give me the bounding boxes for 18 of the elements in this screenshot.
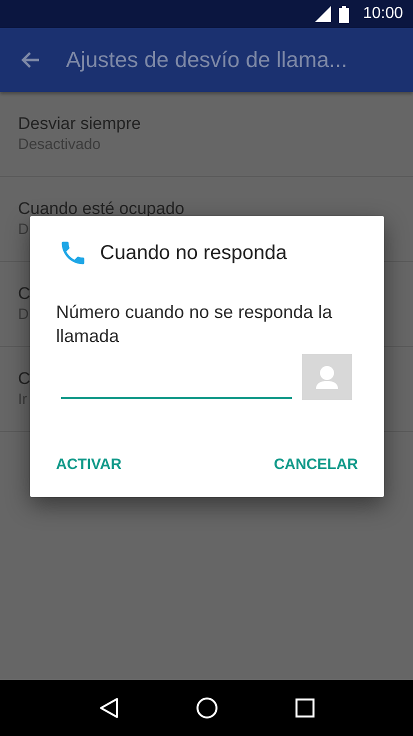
setting-title: Cuando esté ocupado xyxy=(18,198,184,220)
setting-title: C xyxy=(18,283,30,305)
setting-title: C xyxy=(18,368,30,390)
screen-title: Ajustes de desvío de llama... xyxy=(66,47,348,73)
signal-icon xyxy=(314,6,331,22)
setting-title: Desviar siempre xyxy=(18,113,141,135)
status-time: 10:00 xyxy=(362,5,403,23)
back-nav-button[interactable] xyxy=(98,697,118,719)
dialog-message: Número cuando no se responda la llamada xyxy=(56,301,334,348)
dialog-title: Cuando no responda xyxy=(100,242,287,264)
back-button[interactable] xyxy=(20,51,40,69)
dialog-action-button[interactable]: ACTIVAR xyxy=(46,446,132,483)
recents-nav-button[interactable] xyxy=(294,698,314,718)
person-icon xyxy=(314,365,340,389)
back-arrow-icon xyxy=(20,51,40,69)
battery-icon xyxy=(338,6,349,22)
home-nav-button[interactable] xyxy=(196,697,218,719)
dialog-action-button[interactable]: CANCELAR xyxy=(264,446,368,483)
